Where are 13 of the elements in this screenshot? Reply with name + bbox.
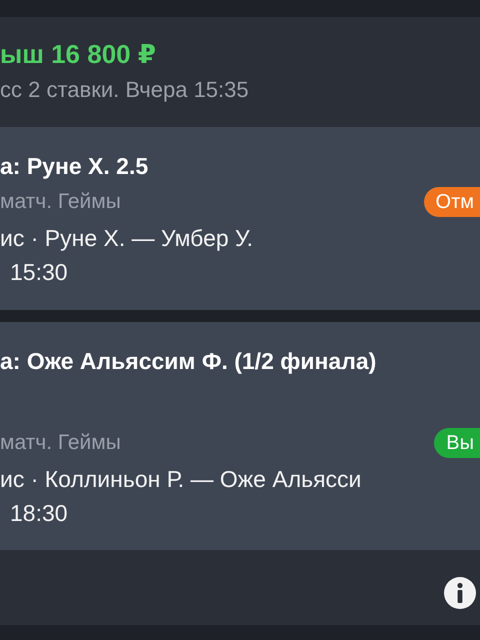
- bet-title: а: Руне Х. 2.5: [0, 152, 150, 181]
- win-amount: ыш 16 800 ₽: [0, 39, 157, 69]
- match-name: ис · Коллиньон Р. — Оже Альясси: [0, 465, 362, 494]
- status-badge: Отм: [424, 187, 480, 217]
- match-name: ис · Руне Х. — Умбер У.: [0, 224, 254, 253]
- bet-title: а: Оже Альяссим Ф. (1/2 финала): [0, 347, 378, 376]
- match-time: 15:30: [9, 258, 69, 287]
- market-label: матч. Геймы: [0, 189, 121, 215]
- match-time: 18:30: [9, 499, 69, 528]
- market-label: матч. Геймы: [0, 430, 121, 456]
- bet-details: сс 2 ставки. Вчера 15:35: [0, 77, 250, 103]
- status-badge: Вы: [434, 428, 480, 458]
- info-icon[interactable]: [444, 576, 476, 608]
